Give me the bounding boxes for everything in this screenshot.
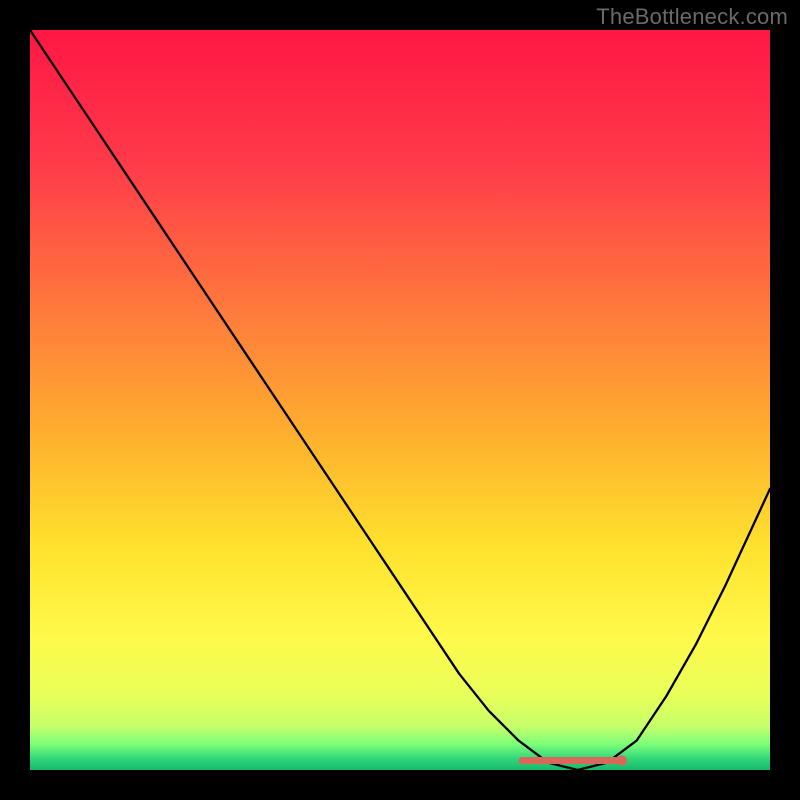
optimal-range-marker [518, 757, 622, 764]
chart-frame: TheBottleneck.com [0, 0, 800, 800]
watermark-label: TheBottleneck.com [596, 4, 788, 30]
plot-area [30, 30, 770, 770]
gradient-background [30, 30, 770, 770]
optimal-point-marker [617, 756, 627, 766]
bottleneck-chart [30, 30, 770, 770]
